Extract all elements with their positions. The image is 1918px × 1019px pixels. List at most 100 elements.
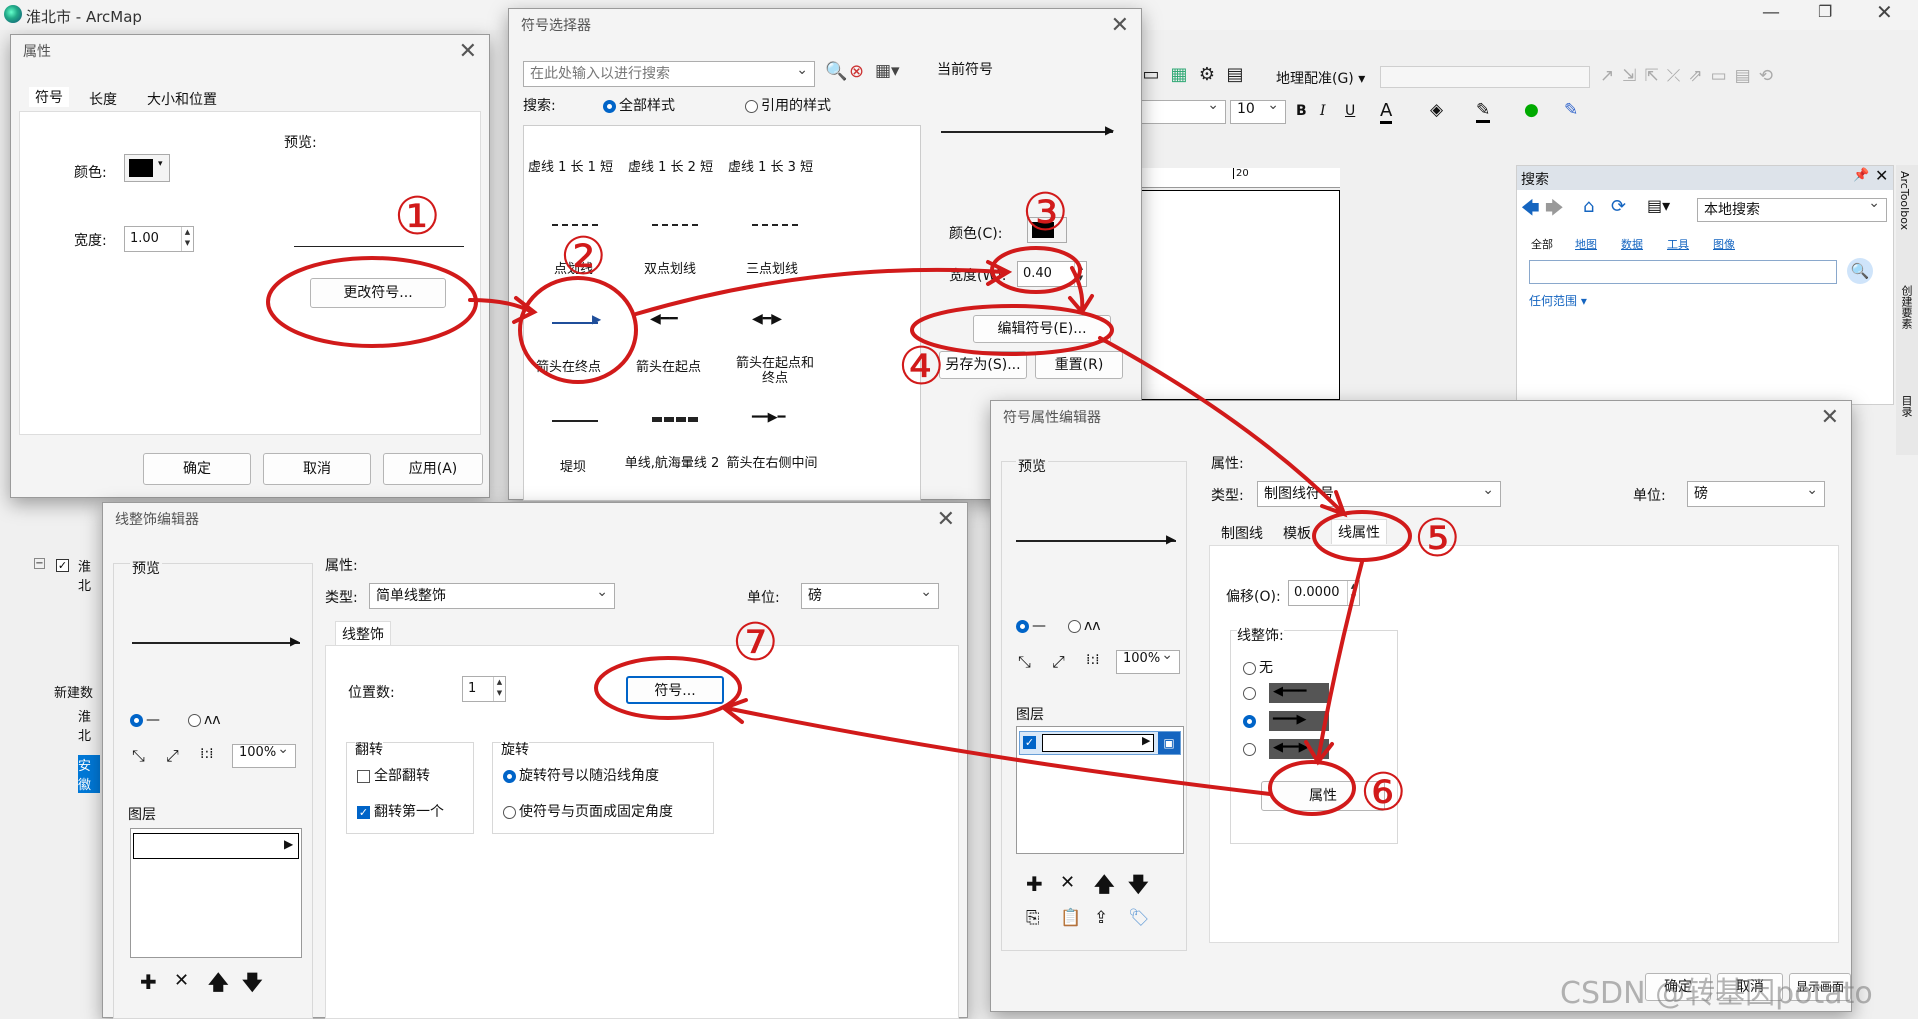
options-icon[interactable]: ▤▾ (1647, 196, 1670, 215)
spe-decor-none[interactable]: 无 (1243, 657, 1273, 677)
lde-flip-first[interactable]: ✓ 翻转第一个 (357, 801, 444, 821)
symbol-item-hatched[interactable]: 单线,航海暈线 2 (624, 456, 720, 471)
home-icon[interactable]: ⌂ (1583, 196, 1594, 217)
search-go-icon[interactable]: 🔍 (1847, 258, 1873, 284)
spe-radio-line[interactable]: — (1016, 618, 1046, 634)
width-spinner[interactable]: ▲ ▼ (181, 227, 193, 251)
lde-layers-list[interactable]: ▶ (130, 828, 302, 958)
italic-button[interactable]: I (1320, 103, 1326, 119)
symbol-item-arrow-mid[interactable]: 箭头在右侧中间 (724, 456, 820, 471)
pin-icon[interactable]: 📌 (1853, 168, 1869, 183)
selector-close-icon[interactable]: ✕ (1111, 13, 1129, 39)
spe-unit-select[interactable]: 磅 (1687, 478, 1825, 507)
spe-offset-input[interactable]: 0.0000 ▲ ▼ (1288, 580, 1360, 606)
marker-color-icon[interactable]: ● (1524, 100, 1539, 120)
tab-size-position[interactable]: 大小和位置 (147, 89, 217, 109)
spe-decor-option-3[interactable] (1243, 741, 1259, 757)
search-scope-select[interactable]: 本地搜索 (1697, 195, 1887, 222)
properties-close-icon[interactable]: ✕ (459, 39, 477, 65)
pen-icon[interactable]: ✎ (1564, 100, 1578, 120)
spe-move-up-icon[interactable]: 🡅 (1094, 870, 1115, 904)
spe-zoom-in-icon[interactable]: ⤡ (1018, 652, 1031, 672)
toc-row-4[interactable]: 安徽 (78, 755, 100, 793)
font-size-select[interactable]: 10 (1230, 97, 1286, 124)
window-close-icon[interactable]: ✕ (1876, 0, 1893, 24)
lde-remove-layer-icon[interactable]: ✕ (174, 970, 189, 991)
selector-width-input[interactable]: 0.40 ▲ ▼ (1017, 261, 1087, 287)
spe-tab-template[interactable]: 模板 (1283, 523, 1311, 543)
symbol-item-arrow-both[interactable]: 箭头在起点和终点 (730, 356, 820, 386)
lde-zoom-select[interactable]: 100% (232, 741, 296, 768)
spe-type-select[interactable]: 制图线符号 (1257, 478, 1501, 507)
toc-check-box[interactable]: ✓ (56, 558, 69, 572)
cancel-button[interactable]: 取消 (263, 453, 371, 485)
spe-tab-line-props[interactable]: 线属性 (1331, 519, 1387, 544)
search-tab-tools[interactable]: 工具 (1667, 236, 1689, 252)
lde-layer-row[interactable]: ▶ (133, 833, 299, 859)
edit-symbol-button[interactable]: 编辑符号(E)... (973, 315, 1111, 343)
color-picker[interactable]: ▾ (124, 154, 170, 182)
search-query-input[interactable] (1529, 260, 1837, 284)
lde-close-icon[interactable]: ✕ (937, 507, 955, 533)
toc-row-3[interactable]: 淮北 (78, 706, 100, 744)
lde-symbol-button[interactable]: 符号... (626, 676, 724, 704)
spe-decor-option-2[interactable] (1243, 713, 1259, 729)
lde-pos-input[interactable]: 1 ▲ ▼ (462, 676, 506, 702)
spe-tab-cartographic[interactable]: 制图线 (1221, 523, 1263, 543)
view-options-icon[interactable]: ▦▾ (875, 61, 900, 81)
symbol-item-dashdotdotdot[interactable]: 三点划线 (746, 258, 798, 277)
lde-radio-wave[interactable]: ʌʌ (188, 712, 221, 728)
symbol-item-dam[interactable]: 堤坝 (560, 456, 586, 475)
toc-check[interactable]: ✓ (56, 557, 73, 573)
spe-offset-spinner[interactable]: ▲ ▼ (1347, 581, 1359, 605)
search-tab-data[interactable]: 数据 (1621, 236, 1643, 252)
width-input[interactable]: 1.00 ▲ ▼ (124, 226, 194, 252)
bold-button[interactable]: B (1296, 103, 1307, 119)
save-as-button[interactable]: 另存为(S)... (939, 351, 1027, 379)
spe-decor-properties-button[interactable]: 属性 (1261, 781, 1385, 811)
search-tab-images[interactable]: 图像 (1713, 236, 1735, 252)
toolbar-icon-c[interactable]: ⚙ (1196, 64, 1218, 86)
symbol-item-dash-1-3[interactable]: 虚线 1 长 3 短 (728, 156, 813, 175)
symbol-item-dash-1-2[interactable]: 虚线 1 长 2 短 (628, 156, 713, 175)
search-icon[interactable]: 🔍 (825, 61, 847, 82)
lde-unit-select[interactable]: 磅 (801, 580, 939, 609)
lde-rotate-fixed[interactable]: 使符号与页面成固定角度 (503, 801, 673, 821)
forward-icon[interactable]: 🡆 (1545, 196, 1564, 226)
lde-move-up-icon[interactable]: 🡅 (208, 968, 229, 1002)
spe-zoom-select[interactable]: 100% (1116, 647, 1180, 674)
maximize-icon[interactable]: ❐ (1818, 2, 1832, 21)
spe-move-down-icon[interactable]: 🡇 (1128, 870, 1149, 904)
spe-actual-size-icon[interactable]: ⁞:⁞ (1086, 652, 1100, 668)
toolbar-icon-a[interactable]: ▭ (1140, 64, 1162, 86)
spe-tag-icon[interactable]: 🏷 (1128, 908, 1150, 928)
lde-radio-line[interactable]: — (130, 712, 160, 728)
search-panel-close-icon[interactable]: ✕ (1875, 166, 1888, 185)
symbol-item-dash-1-1[interactable]: 虚线 1 长 1 短 (528, 156, 613, 175)
spe-copy-icon[interactable]: ⎘ (1026, 908, 1040, 928)
fill-color-icon[interactable]: ◈ (1430, 100, 1443, 120)
search-extent-link[interactable]: 任何范围 ▾ (1529, 292, 1587, 309)
symbol-item-dashdotdot[interactable]: 双点划线 (644, 258, 696, 277)
symbol-search-input[interactable]: 在此处输入以进行搜索 (523, 58, 815, 87)
spe-export-icon[interactable]: ⇪ (1094, 908, 1108, 928)
lde-actual-size-icon[interactable]: ⁞:⁞ (200, 746, 214, 762)
toc-row-2[interactable]: 新建数 (54, 682, 93, 701)
toc-expander[interactable]: − (34, 558, 45, 569)
spe-layer-row[interactable]: ✓ ▶ ▣ (1019, 731, 1181, 755)
symbol-item-arrow-end[interactable]: 箭头在终点 (536, 356, 601, 375)
spe-layers-list[interactable]: ✓ ▶ ▣ (1016, 726, 1184, 854)
spe-zoom-out-icon[interactable]: ⤢ (1052, 652, 1065, 672)
lde-move-down-icon[interactable]: 🡇 (242, 968, 263, 1002)
spe-radio-wave[interactable]: ʌʌ (1068, 618, 1101, 634)
lde-type-select[interactable]: 简单线整饰 (369, 580, 615, 609)
refresh-icon[interactable]: ⟳ (1611, 196, 1626, 217)
lde-add-layer-icon[interactable]: ✚ (140, 970, 157, 994)
spe-layer-visible-box[interactable]: ✓ (1023, 736, 1036, 749)
dock-create-features[interactable]: 创建要素 (1898, 285, 1914, 329)
georef-layer-select[interactable] (1380, 66, 1590, 88)
georef-tools-icons[interactable]: ↗⇲⇱⤫⇗▭▤⟲ (1600, 66, 1781, 86)
spe-decor-option-1[interactable] (1243, 685, 1259, 701)
radio-all-styles[interactable]: 全部样式 (603, 95, 675, 115)
symbol-item-arrow-start[interactable]: 箭头在起点 (636, 356, 701, 375)
